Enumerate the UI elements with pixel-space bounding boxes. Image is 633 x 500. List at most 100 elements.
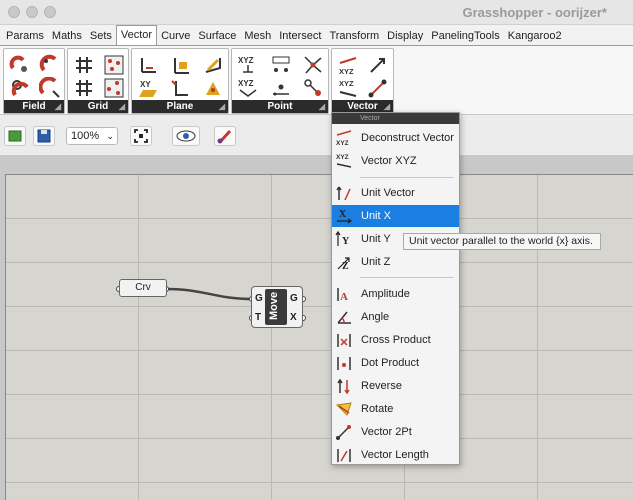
plane-offset-icon[interactable] [170,77,192,99]
svg-text:XYZ: XYZ [238,79,254,88]
panel-field: Field ◢ [3,48,65,114]
field-point-icon[interactable] [9,77,31,99]
curve-parameter[interactable]: Crv [119,279,167,297]
menu-item-dot-product[interactable]: Dot Product [332,352,459,374]
zoom-extents-button[interactable] [130,126,152,146]
open-file-button[interactable] [4,126,26,146]
menu-item-unit-z[interactable]: Z Unit Z [332,251,459,273]
maximize-window-button[interactable] [44,6,56,18]
window-title: Grasshopper - oorijzer* [462,5,607,20]
chevron-down-icon: ⌄ [106,131,114,141]
tab-vector[interactable]: Vector [115,25,158,45]
input-translation-label: T [255,312,262,323]
tooltip: Unit vector parallel to the world {x} ax… [403,233,601,250]
square-grid-icon[interactable] [73,77,95,99]
output-transform-label: X [290,312,297,323]
svg-text:XYZ: XYZ [339,67,354,76]
vector-2pt-ribbon-icon[interactable] [367,77,389,99]
menu-separator [360,277,454,278]
unit-vector-ribbon-icon[interactable] [367,54,389,76]
output-geometry-label: G [290,293,298,304]
zoom-level-select[interactable]: 100% ⌄ [66,127,118,145]
svg-text:A: A [340,291,348,303]
title-bar: Grasshopper - oorijzer* [0,0,633,25]
field-spin-icon[interactable] [39,54,61,76]
open-file-icon [8,130,22,142]
menu-item-reverse[interactable]: Reverse [332,375,459,397]
menu-item-vector-length[interactable]: Vector Length [332,444,459,466]
menu-item-unit-vector[interactable]: Unit Vector [332,182,459,204]
move-component-body: Move [265,289,287,325]
menu-item-angle[interactable]: Angle [332,306,459,328]
point-cloud-icon[interactable] [302,54,324,76]
tab-mesh[interactable]: Mesh [240,27,275,45]
menu-item-rotate[interactable]: Rotate [332,398,459,420]
angle-icon [337,311,351,324]
rectangular-grid-icon[interactable] [73,54,95,76]
svg-text:XYZ: XYZ [339,79,354,88]
plane-origin-icon[interactable] [170,54,192,76]
construct-point-icon[interactable]: XYZ [237,77,259,99]
menu-item-vector-xyz[interactable]: XYZ Vector XYZ [332,150,459,172]
menu-item-amplitude[interactable]: A Amplitude [332,283,459,305]
move-component[interactable]: G T Move G X [251,286,303,328]
populate-3d-icon[interactable] [103,77,125,99]
panel-caption-grid[interactable]: Grid ◢ [68,100,128,113]
panel-grid: Grid ◢ [67,48,129,114]
vector-length-icon [337,449,351,462]
menu-item-cross-product[interactable]: Cross Product [332,329,459,351]
sketch-button[interactable] [214,126,236,146]
unit-z-icon: Z [337,257,350,271]
tab-panelingtools[interactable]: PanelingTools [427,27,504,45]
point-on-curve-icon[interactable] [270,77,292,99]
plane-normal-icon[interactable] [202,54,224,76]
vector-2pt-icon [336,425,351,440]
tab-curve[interactable]: Curve [157,27,194,45]
deconstruct-vector-ribbon-icon[interactable]: XYZ [337,54,359,76]
tab-display[interactable]: Display [383,27,427,45]
tab-transform[interactable]: Transform [325,27,383,45]
closest-point-icon[interactable] [302,77,324,99]
panel-caption-plane[interactable]: Plane ◢ [132,100,228,113]
brush-icon [217,129,232,144]
field-line-icon[interactable] [39,77,61,99]
numbers-to-points-icon[interactable] [270,54,292,76]
tab-sets[interactable]: Sets [86,27,116,45]
svg-text:Y: Y [342,236,350,247]
menu-item-unit-x[interactable]: X Unit X [332,205,459,227]
input-geometry-label: G [255,293,263,304]
plane-rotate-icon[interactable] [202,77,224,99]
move-component-name: Move [268,291,280,320]
zoom-extents-icon [134,129,148,143]
eye-icon [176,130,196,142]
menu-item-vector-2pt[interactable]: Vector 2Pt [332,421,459,443]
vector-dropdown-menu: Vector XYZ Deconstruct Vector XYZ Vector… [331,112,460,465]
minimize-window-button[interactable] [26,6,38,18]
vector-xyz-ribbon-icon[interactable]: XYZ [337,77,359,99]
tab-kangaroo2[interactable]: Kangaroo2 [504,27,566,45]
panel-point: XYZ XYZ Point ◢ [231,48,329,114]
close-window-button[interactable] [8,6,20,18]
canvas-grid[interactable] [5,174,633,500]
unit-vector-icon [336,186,351,201]
menu-item-deconstruct-vector[interactable]: XYZ Deconstruct Vector [332,127,459,149]
save-file-button[interactable] [33,126,55,146]
grasshopper-canvas[interactable] [0,156,633,500]
menu-tabs: Params Maths Sets Vector Curve Surface M… [0,25,633,45]
panel-caption-field[interactable]: Field ◢ [4,100,64,113]
unit-y-icon: Y [335,230,350,247]
tab-intersect[interactable]: Intersect [275,27,325,45]
tab-surface[interactable]: Surface [194,27,240,45]
preview-toggle-button[interactable] [172,126,200,146]
tab-params[interactable]: Params [2,27,48,45]
xy-plane-icon[interactable]: XY [137,77,159,99]
construct-plane-icon[interactable] [137,54,159,76]
panel-caption-point[interactable]: Point ◢ [232,100,328,113]
menu-header: Vector [332,113,459,124]
amplitude-icon: A [337,288,348,303]
deconstruct-point-icon[interactable]: XYZ [237,54,259,76]
field-magnet-icon[interactable] [9,54,31,76]
tab-maths[interactable]: Maths [48,27,86,45]
populate-grid-icon[interactable] [103,54,125,76]
vector-xyz-icon: XYZ [336,154,352,168]
